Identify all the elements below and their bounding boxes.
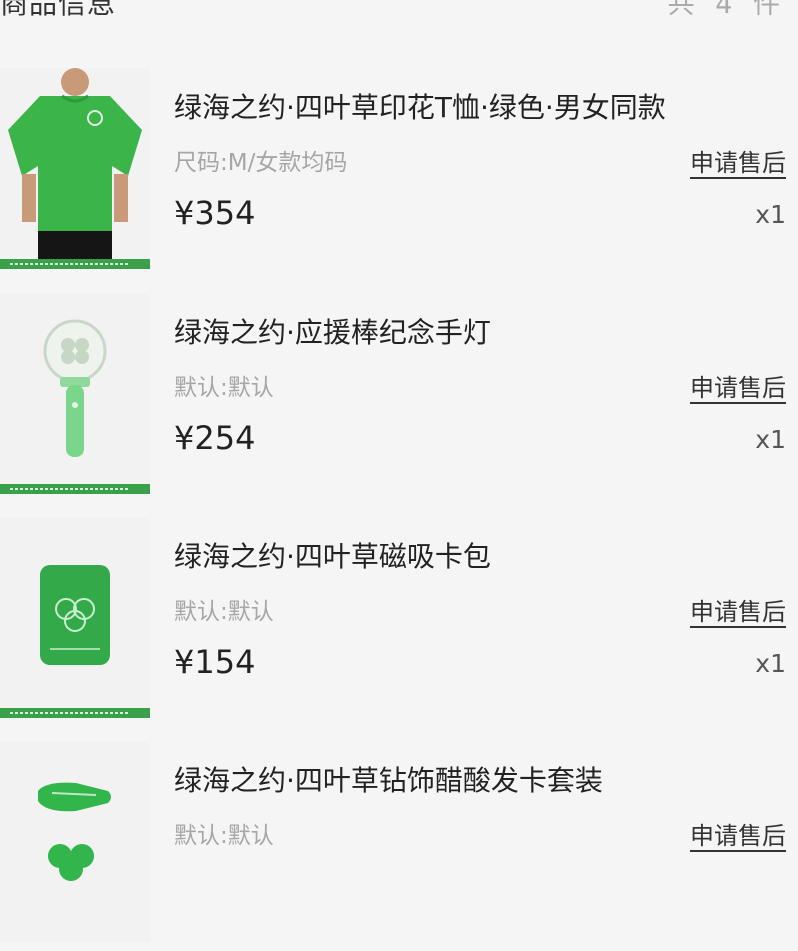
product-price: ¥354 bbox=[174, 194, 256, 232]
product-info-header: 商品信息 共 4 件 bbox=[0, 0, 798, 32]
product-price: ¥254 bbox=[174, 419, 256, 457]
product-item[interactable]: 绿海之约·应援棒纪念手灯 默认:默认 申请售后 ¥254 x1 bbox=[0, 293, 798, 503]
product-name[interactable]: 绿海之约·应援棒纪念手灯 bbox=[174, 311, 491, 351]
product-quantity: x1 bbox=[755, 200, 786, 229]
product-price: ¥154 bbox=[174, 643, 256, 681]
section-title: 商品信息 bbox=[0, 0, 117, 20]
product-item[interactable]: 绿海之约·四叶草印花T恤·绿色·男女同款 尺码:M/女款均码 申请售后 ¥354… bbox=[0, 68, 798, 278]
product-image-card-holder[interactable] bbox=[0, 517, 150, 718]
product-spec: 默认:默认 bbox=[174, 599, 274, 625]
product-spec: 默认:默认 bbox=[174, 823, 274, 849]
product-spec: 默认:默认 bbox=[174, 375, 274, 401]
product-item[interactable]: 绿海之约·四叶草磁吸卡包 默认:默认 申请售后 ¥154 x1 bbox=[0, 517, 798, 727]
product-quantity: x1 bbox=[755, 649, 786, 678]
product-item[interactable]: 绿海之约·四叶草钻饰醋酸发卡套装 默认:默认 申请售后 bbox=[0, 741, 798, 951]
product-image-tshirt[interactable] bbox=[0, 68, 150, 269]
apply-after-sale-link[interactable]: 申请售后 bbox=[690, 143, 786, 178]
apply-after-sale-link[interactable]: 申请售后 bbox=[690, 368, 786, 403]
item-count: 共 4 件 bbox=[667, 0, 786, 20]
product-quantity: x1 bbox=[755, 425, 786, 454]
product-spec: 尺码:M/女款均码 bbox=[174, 150, 348, 176]
product-image-lightstick[interactable] bbox=[0, 293, 150, 494]
product-image-hair-clip[interactable] bbox=[0, 741, 150, 942]
apply-after-sale-link[interactable]: 申请售后 bbox=[690, 816, 786, 851]
product-name[interactable]: 绿海之约·四叶草钻饰醋酸发卡套装 bbox=[174, 759, 603, 799]
product-name[interactable]: 绿海之约·四叶草磁吸卡包 bbox=[174, 535, 491, 575]
product-name[interactable]: 绿海之约·四叶草印花T恤·绿色·男女同款 bbox=[174, 86, 666, 126]
apply-after-sale-link[interactable]: 申请售后 bbox=[690, 592, 786, 627]
